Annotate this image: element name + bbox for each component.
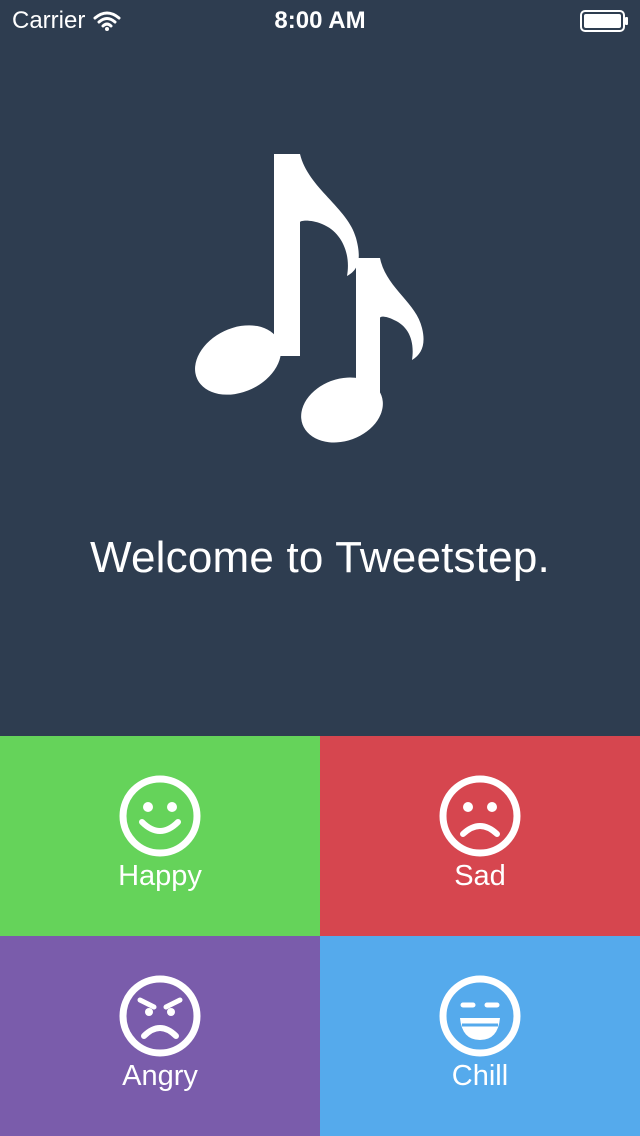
music-notes-icon <box>195 154 424 443</box>
battery-icon <box>580 10 628 32</box>
angry-face-icon <box>119 975 201 1057</box>
grin-face-icon <box>439 975 521 1057</box>
sad-mood-button[interactable]: Sad <box>320 736 640 936</box>
frown-face-icon <box>439 775 521 857</box>
sad-label: Sad <box>454 860 506 892</box>
angry-label: Angry <box>122 1060 198 1092</box>
clock: 8:00 AM <box>274 7 366 34</box>
smile-face-icon <box>119 775 201 857</box>
status-bar: Carrier 8:00 AM <box>0 0 640 40</box>
angry-mood-button[interactable]: Angry <box>0 936 320 1136</box>
happy-mood-button[interactable]: Happy <box>0 736 320 936</box>
chill-mood-button[interactable]: Chill <box>320 936 640 1136</box>
welcome-hero: Welcome to Tweetstep. <box>0 0 640 736</box>
chill-label: Chill <box>451 1060 509 1092</box>
mood-grid: Happy Sad Angry Chill <box>0 736 640 1136</box>
happy-label: Happy <box>118 860 202 892</box>
app-screen: Welcome to Tweetstep. Carrier 8:00 AM Ha… <box>0 0 640 1136</box>
welcome-title: Welcome to Tweetstep. <box>90 533 550 582</box>
